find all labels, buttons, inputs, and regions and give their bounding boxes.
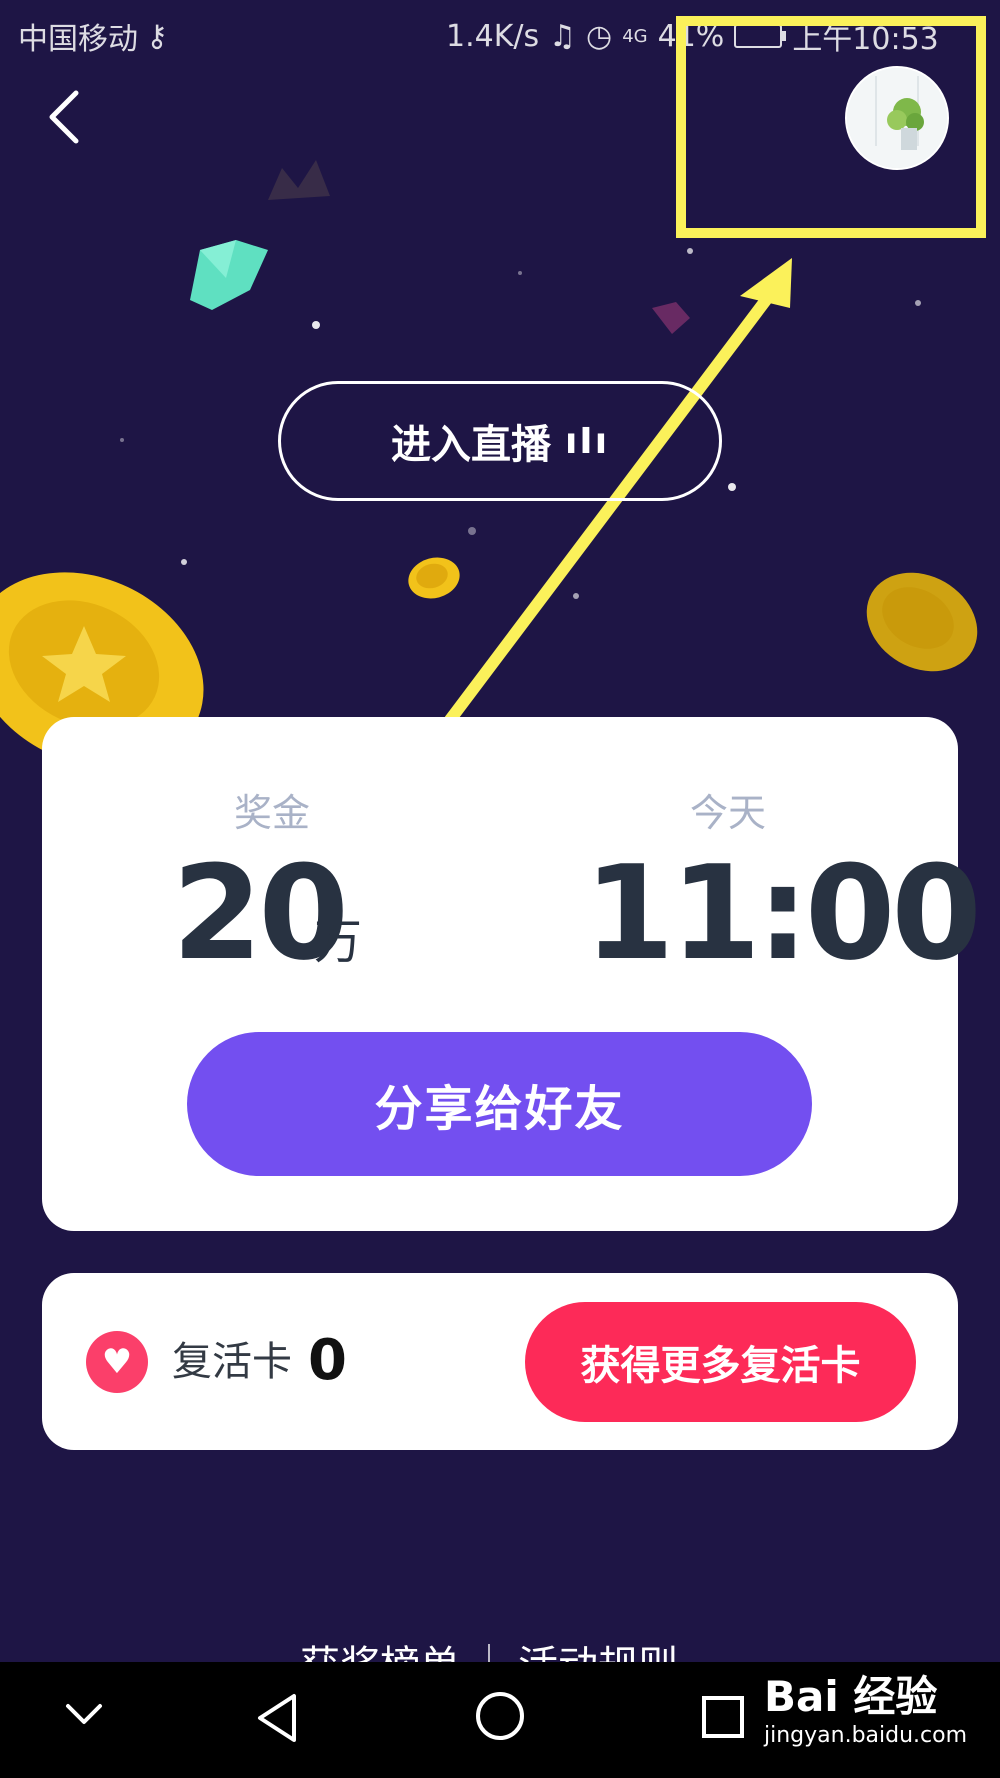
chevron-left-icon — [49, 90, 79, 144]
network-speed: 1.4K/s — [446, 18, 540, 54]
signal-icon: 4G — [622, 25, 648, 47]
prize-label: 奖金 — [233, 791, 310, 835]
leaderboard-link[interactable]: 获奖榜单 — [300, 1638, 460, 1662]
chevron-down-icon[interactable] — [64, 1700, 104, 1730]
time-value: 11:00 — [584, 837, 982, 989]
enter-live-label: 进入直播 — [390, 422, 551, 468]
highlight-annotation-box — [676, 16, 986, 238]
enter-live-button[interactable]: 进入直播 ıIı — [278, 381, 722, 501]
prize-unit: 万 — [314, 914, 363, 970]
carrier-label: 中国移动 — [18, 22, 138, 57]
watermark-sub: jingyan.baidu.com — [764, 1723, 968, 1748]
circle-home-icon[interactable] — [474, 1690, 526, 1742]
watermark-main: Bai 经验 — [764, 1672, 938, 1721]
bottom-links: 获奖榜单 活动规则 — [0, 1634, 1000, 1662]
share-button-label: 分享给好友 — [374, 1081, 625, 1137]
alarm-icon: ◷ — [586, 18, 613, 54]
key-icon: ⚷ — [146, 18, 168, 54]
revive-card-count: 0 — [308, 1328, 347, 1393]
back-button[interactable] — [34, 82, 94, 152]
triangle-back-icon[interactable] — [254, 1692, 300, 1744]
heart-icon: ♥ — [86, 1331, 148, 1393]
baidu-watermark: Bai 经验 jingyan.baidu.com — [764, 1672, 974, 1762]
time-label: 今天 — [689, 791, 766, 835]
square-recent-icon[interactable] — [700, 1694, 746, 1740]
link-divider — [488, 1644, 490, 1662]
revive-card-label: 复活卡 — [172, 1339, 292, 1385]
status-left: 中国移动 ⚷ — [18, 14, 168, 58]
waveform-icon: ıIı — [564, 420, 610, 462]
headphones-icon: ♫ — [549, 18, 577, 54]
rules-link[interactable]: 活动规则 — [518, 1638, 678, 1662]
get-more-revive-button[interactable]: 获得更多复活卡 — [525, 1302, 916, 1422]
get-more-revive-label: 获得更多复活卡 — [580, 1343, 861, 1389]
share-button[interactable]: 分享给好友 — [187, 1032, 812, 1176]
